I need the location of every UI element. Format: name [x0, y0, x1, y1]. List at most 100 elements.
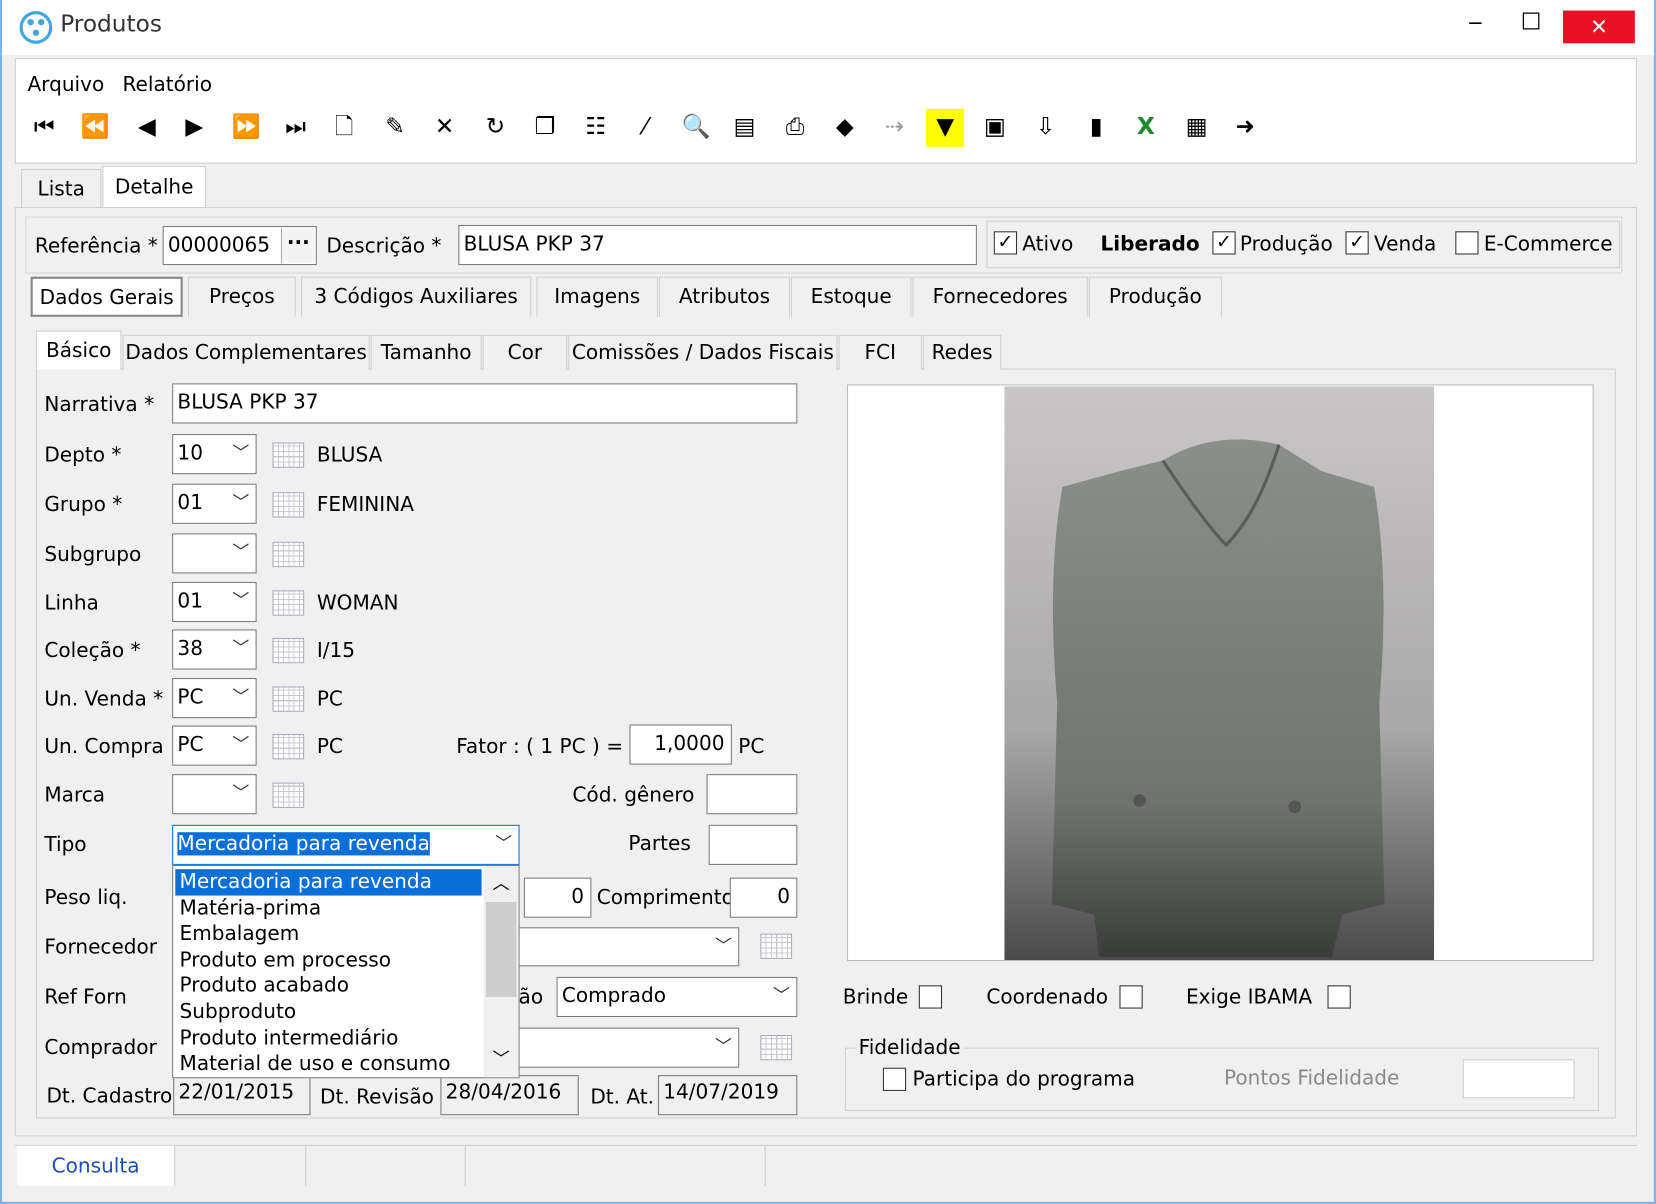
calculator-icon[interactable]: ▦ — [1178, 109, 1216, 147]
tab-sub-4[interactable]: Comissões / Dados Fiscais — [568, 334, 838, 370]
print-icon[interactable]: ⎙ — [776, 109, 814, 147]
tab-detalhe[interactable]: Detalhe — [102, 165, 206, 209]
pontos-fidelidade-input[interactable] — [1462, 1059, 1575, 1099]
dt-at-input[interactable]: 14/07/2019 — [657, 1075, 798, 1116]
marca-combo[interactable]: ﹀ — [172, 774, 257, 815]
narrativa-input[interactable]: BLUSA PKP 37 — [172, 383, 798, 424]
tab-section-6[interactable]: Fornecedores — [912, 276, 1088, 317]
table-lookup-icon[interactable] — [760, 1034, 793, 1061]
last-record-icon[interactable]: ⏭ — [277, 109, 315, 147]
minimize-button[interactable]: ‒ — [1468, 10, 1483, 36]
tab-sub-5[interactable]: FCI — [838, 334, 922, 370]
filter-icon[interactable]: ▼ — [926, 108, 965, 147]
cod-genero-input[interactable] — [706, 774, 798, 815]
chevron-down-icon[interactable]: ﹀ — [715, 1029, 732, 1065]
report-icon[interactable]: ▤ — [726, 109, 764, 147]
depto-combo[interactable]: 10 ﹀ — [172, 434, 257, 475]
ecommerce-checkbox[interactable] — [1455, 231, 1479, 255]
tab-sub-2[interactable]: Tamanho — [370, 334, 482, 370]
tab-section-4[interactable]: Atributos — [659, 276, 790, 317]
maximize-button[interactable]: ☐ — [1521, 10, 1542, 36]
table-lookup-icon[interactable] — [272, 733, 305, 760]
table-lookup-icon[interactable] — [272, 541, 305, 568]
tipo-option[interactable]: Produto acabado — [175, 973, 481, 999]
next-record-icon[interactable]: ▶ — [175, 109, 213, 147]
subgrupo-combo[interactable]: ﹀ — [172, 533, 257, 574]
table-lookup-icon[interactable] — [760, 933, 793, 959]
tab-section-1[interactable]: Preços — [187, 276, 296, 317]
properties-icon[interactable]: ☷ — [577, 109, 615, 147]
close-button[interactable]: ✕ — [1563, 10, 1635, 44]
comprimento-input[interactable]: 0 — [729, 877, 798, 918]
chevron-down-icon[interactable]: ﹀ — [715, 928, 732, 964]
origem-combo[interactable]: Comprado ﹀ — [556, 976, 798, 1018]
chevron-down-icon[interactable]: ﹀ — [232, 534, 249, 570]
exit-icon[interactable]: ➜ — [1226, 109, 1264, 147]
tipo-combo[interactable]: Mercadoria para revenda ﹀ — [172, 824, 520, 865]
delete-icon[interactable]: ✕ — [426, 109, 464, 147]
tipo-option[interactable]: Mercadoria para revenda — [175, 869, 482, 896]
venda-checkbox[interactable]: ✓ — [1345, 231, 1369, 255]
table-lookup-icon[interactable] — [272, 782, 305, 808]
excel-icon[interactable]: X — [1127, 109, 1165, 147]
table-lookup-icon[interactable] — [272, 442, 305, 468]
producao-checkbox[interactable]: ✓ — [1212, 231, 1236, 255]
magic-wand-icon[interactable]: ⁄ — [626, 109, 664, 147]
dt-revisao-input[interactable]: 28/04/2016 — [440, 1075, 579, 1116]
menu-arquivo[interactable]: Arquivo — [27, 72, 104, 97]
participa-checkbox[interactable] — [882, 1067, 907, 1091]
grupo-combo[interactable]: 01 ﹀ — [172, 483, 257, 524]
chevron-down-icon[interactable]: ﹀ — [232, 583, 249, 619]
descricao-input[interactable]: BLUSA PKP 37 — [458, 224, 977, 266]
export-icon[interactable]: ⇩ — [1027, 109, 1065, 147]
scroll-up-icon[interactable]: ︿ — [484, 868, 519, 900]
previous-page-icon[interactable]: ⏪ — [76, 109, 114, 147]
tab-section-0[interactable]: Dados Gerais — [30, 276, 183, 317]
tab-sub-6[interactable]: Redes — [923, 334, 1002, 370]
table-lookup-icon[interactable] — [272, 590, 305, 616]
first-record-icon[interactable]: ⏮ — [25, 109, 63, 147]
un_venda-combo[interactable]: PC ﹀ — [172, 678, 257, 719]
next-page-icon[interactable]: ⏩ — [227, 109, 265, 147]
copy-icon[interactable]: ❐ — [526, 109, 564, 147]
tipo-option[interactable]: Material de uso e consumo — [175, 1051, 481, 1077]
tab-section-3[interactable]: Imagens — [536, 276, 658, 317]
partes-input[interactable] — [708, 824, 798, 865]
tab-sub-3[interactable]: Cor — [482, 334, 568, 370]
menu-relatorio[interactable]: Relatório — [123, 72, 213, 97]
dropdown-scrollbar[interactable]: ︿ ﹀ — [483, 866, 519, 1078]
table-lookup-icon[interactable] — [272, 686, 305, 712]
scrollbar-thumb[interactable] — [485, 901, 517, 997]
chevron-down-icon[interactable]: ﹀ — [232, 630, 249, 666]
previous-record-icon[interactable]: ◀ — [128, 109, 166, 147]
ativo-checkbox[interactable]: ✓ — [993, 231, 1018, 255]
chevron-down-icon[interactable]: ﹀ — [773, 978, 790, 1014]
chevron-down-icon[interactable]: ﹀ — [232, 435, 249, 471]
chevron-down-icon[interactable]: ﹀ — [495, 826, 512, 862]
chevron-down-icon[interactable]: ﹀ — [232, 775, 249, 811]
barcode-icon[interactable]: ▮ — [1077, 109, 1115, 147]
table-lookup-icon[interactable] — [272, 637, 305, 664]
tab-section-5[interactable]: Estoque — [791, 276, 912, 317]
peso-input[interactable]: 0 — [523, 877, 592, 918]
tab-section-7[interactable]: Produção — [1088, 276, 1222, 317]
un_compra-combo[interactable]: PC ﹀ — [172, 725, 257, 766]
chevron-down-icon[interactable]: ﹀ — [232, 485, 249, 521]
dt-cadastro-input[interactable]: 22/01/2015 — [173, 1075, 311, 1116]
monitor-icon[interactable]: ▣ — [976, 109, 1014, 147]
colecao-combo[interactable]: 38 ﹀ — [172, 629, 257, 670]
tag-icon[interactable]: ◆ — [826, 109, 864, 147]
tab-sub-0[interactable]: Básico — [35, 330, 122, 370]
referencia-lookup-button[interactable]: ··· — [280, 228, 315, 263]
tipo-option[interactable]: Produto intermediário — [175, 1025, 481, 1051]
tipo-option[interactable]: Embalagem — [175, 921, 481, 947]
goto-icon[interactable]: ⇢ — [876, 109, 914, 147]
tab-section-2[interactable]: 3 Códigos Auxiliares — [300, 276, 532, 317]
new-document-icon[interactable]: 🗋 — [325, 109, 363, 147]
brinde-checkbox[interactable] — [918, 985, 943, 1009]
chevron-down-icon[interactable]: ﹀ — [232, 727, 249, 763]
tab-sub-1[interactable]: Dados Complementares — [122, 334, 370, 370]
tipo-option[interactable]: Produto em processo — [175, 947, 481, 973]
ibama-checkbox[interactable] — [1327, 985, 1351, 1009]
table-lookup-icon[interactable] — [272, 492, 305, 518]
